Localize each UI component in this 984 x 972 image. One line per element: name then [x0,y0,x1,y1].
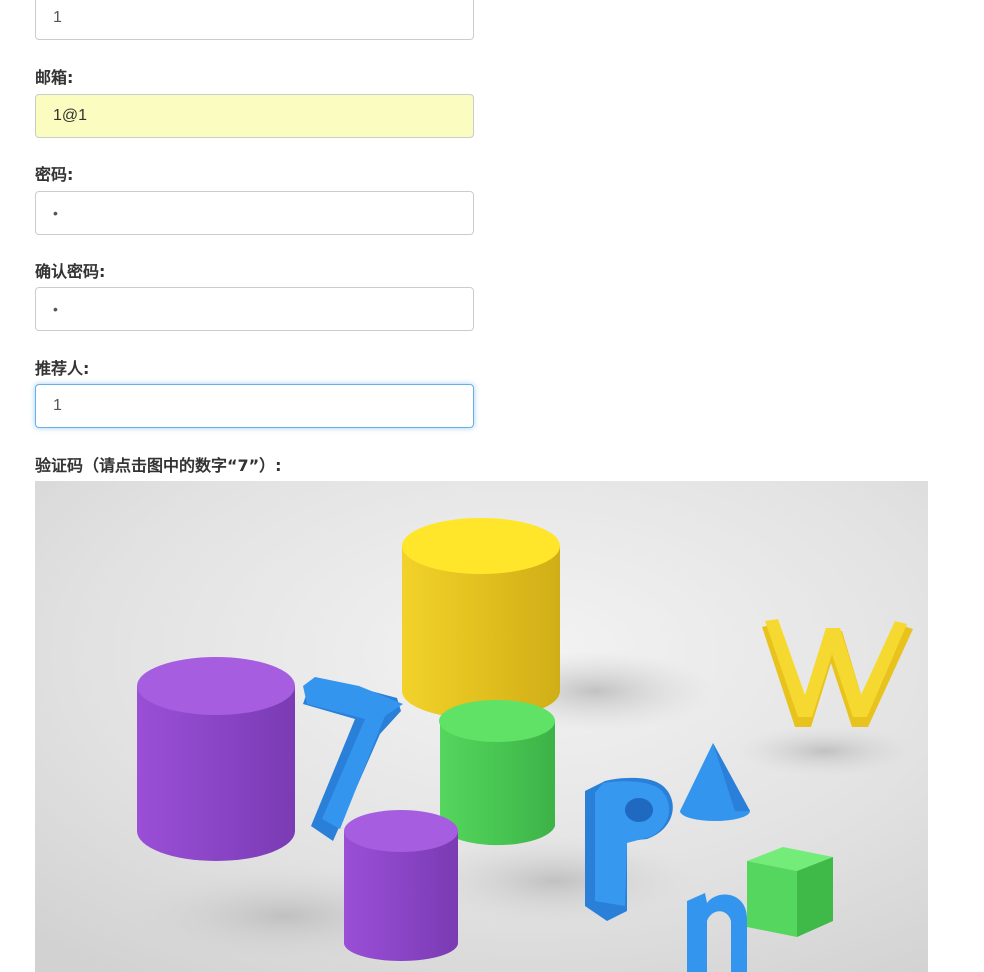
password-field[interactable]: • [35,191,474,235]
username-field[interactable]: 1 [35,0,474,40]
confirm-password-label: 确认密码: [35,262,106,281]
shadow-w [735,726,915,776]
email-field[interactable]: 1@1 [35,94,474,138]
username-value: 1 [53,9,62,26]
email-label: 邮箱: [35,68,74,87]
captcha-image[interactable] [35,481,928,972]
green-cube [747,847,833,937]
referrer-label: 推荐人: [35,359,90,378]
password-label: 密码: [35,165,74,184]
green-cylinder [439,700,555,846]
referrer-value: 1 [53,397,62,414]
captcha-label: 验证码（请点击图中的数字“7”）: [35,456,282,475]
referrer-field[interactable]: 1 [35,384,474,428]
purple-cylinder-large [137,657,295,861]
email-value: 1@1 [53,107,88,124]
confirm-password-value: • [53,301,60,317]
yellow-cylinder [402,518,560,719]
password-value: • [53,205,60,221]
purple-cylinder-small [344,810,458,961]
confirm-password-field[interactable]: • [35,287,474,331]
